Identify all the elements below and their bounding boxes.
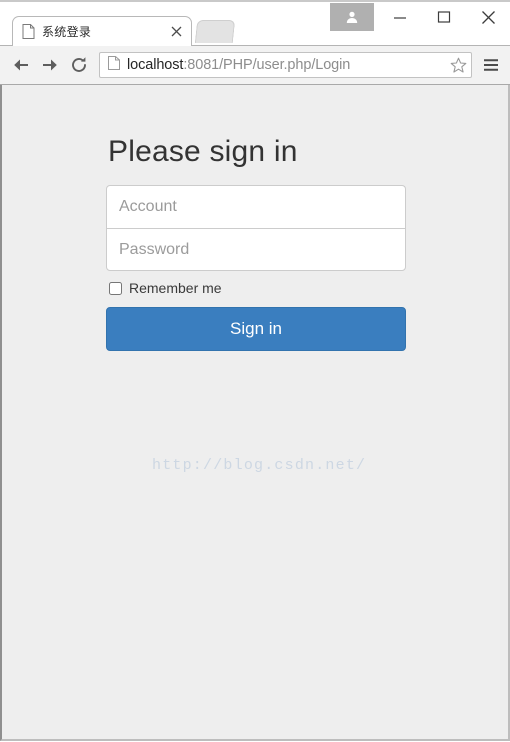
tab-title: 系统登录	[42, 25, 92, 39]
remember-me-label: Remember me	[129, 280, 222, 296]
tab-close-icon[interactable]	[166, 22, 186, 42]
maximize-icon[interactable]	[422, 2, 466, 32]
page-viewport: Please sign in Remember me Sign in http:…	[0, 85, 510, 741]
page-title: Please sign in	[108, 135, 298, 168]
url-path: :8081/PHP/user.php/Login	[183, 57, 351, 73]
page-document-icon	[108, 55, 120, 75]
browser-tab[interactable]: 系统登录	[12, 16, 192, 46]
back-arrow-icon[interactable]	[6, 50, 35, 80]
url-host: localhost	[127, 57, 184, 73]
hamburger-menu-icon[interactable]	[478, 50, 504, 80]
browser-window: 系统登录 localhost:8081/PHP/user.php/Login P…	[0, 0, 510, 742]
new-tab-button[interactable]	[194, 20, 236, 43]
close-icon[interactable]	[466, 2, 510, 32]
remember-me-checkbox[interactable]	[109, 281, 122, 295]
account-input[interactable]	[106, 185, 406, 228]
forward-arrow-icon[interactable]	[35, 50, 64, 80]
password-input[interactable]	[106, 228, 406, 271]
page-document-icon	[22, 24, 35, 39]
reload-icon[interactable]	[64, 50, 93, 80]
user-avatar-icon[interactable]	[330, 3, 374, 31]
address-bar-url: localhost:8081/PHP/user.php/Login	[127, 57, 445, 73]
credential-fields	[106, 185, 406, 271]
address-bar[interactable]: localhost:8081/PHP/user.php/Login	[99, 52, 472, 78]
minimize-icon[interactable]	[378, 2, 422, 32]
window-controls	[330, 2, 510, 32]
star-icon[interactable]	[445, 53, 471, 77]
remember-me-row[interactable]: Remember me	[109, 280, 406, 296]
browser-toolbar: localhost:8081/PHP/user.php/Login	[0, 46, 510, 85]
tab-strip: 系统登录	[0, 0, 510, 46]
sign-in-button[interactable]: Sign in	[106, 307, 406, 351]
signin-form: Please sign in Remember me Sign in http:…	[106, 135, 406, 474]
watermark-text: http://blog.csdn.net/	[152, 457, 367, 474]
